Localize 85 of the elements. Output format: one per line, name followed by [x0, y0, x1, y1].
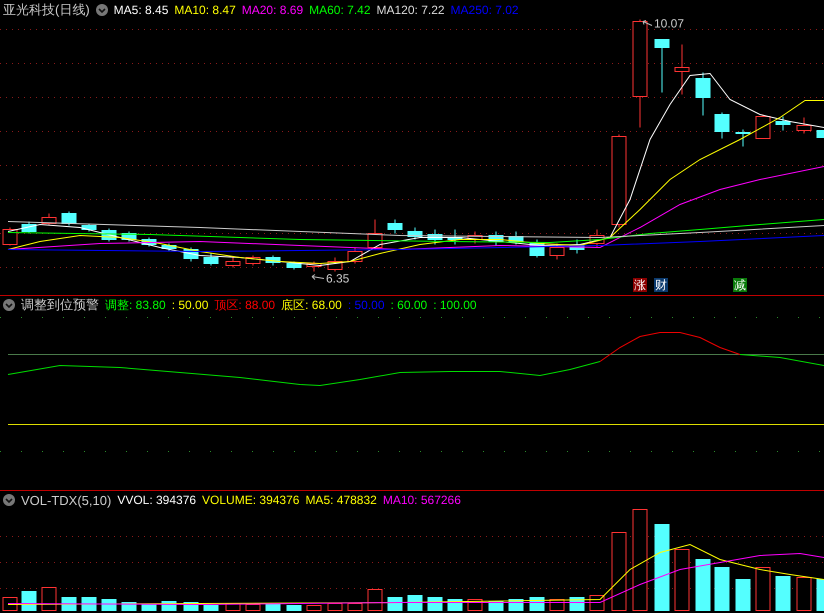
chevron-down-icon[interactable] [96, 4, 108, 16]
indicator-value: 顶区: 88.00 [214, 296, 276, 314]
candlestick [570, 239, 584, 254]
candlestick [590, 229, 604, 248]
candlestick [42, 213, 56, 226]
candlestick [142, 237, 156, 247]
arrow-icon [642, 20, 652, 26]
indicator-value: VVOL: 394376 [117, 493, 196, 507]
volume-bar [62, 597, 76, 611]
candlestick [368, 219, 382, 250]
indicator-value: : 50.00 [348, 298, 385, 312]
volume-bar [816, 579, 824, 611]
candlestick [162, 243, 176, 252]
indicator-value: : 100.00 [433, 298, 477, 312]
event-badge[interactable]: 财 [654, 278, 668, 292]
candlestick [306, 261, 322, 272]
candlestick [674, 44, 690, 95]
candlestick [328, 257, 342, 272]
indicator-value: MA10: 8.47 [174, 3, 236, 17]
volume-bar [696, 559, 710, 611]
indicator-value: MA10: 567266 [382, 493, 461, 507]
candlestick [266, 255, 280, 266]
volume-bar [102, 599, 116, 611]
candlestick [286, 261, 302, 270]
indicator-value: MA60: 7.42 [309, 3, 370, 17]
indicator-value: VOLUME: 394376 [202, 493, 300, 507]
high-price-label: 10.07 [654, 19, 684, 30]
candlestick [226, 257, 240, 268]
volume-bar [204, 605, 218, 611]
indicator-value: MA5: 8.45 [114, 3, 168, 17]
event-badge[interactable]: 涨 [633, 278, 647, 292]
candlestick [530, 239, 544, 258]
candlestick [184, 247, 198, 262]
event-badge[interactable]: 减 [733, 278, 747, 292]
candlestick [62, 211, 76, 226]
volume-bar [142, 604, 156, 611]
indicator-value: MA20: 8.69 [242, 3, 304, 17]
candlestick [428, 229, 442, 245]
candlestick [204, 253, 218, 266]
indicator-title: 调整到位预警 [21, 296, 99, 314]
candlestick [388, 219, 402, 234]
volume-bar [776, 576, 790, 611]
indicator-value: 底区: 68.00 [281, 296, 342, 314]
volume-bar [266, 604, 280, 611]
volume-bar [736, 579, 750, 611]
candlestick [348, 247, 362, 264]
indicator-value: : 60.00 [390, 298, 428, 312]
candlestick [22, 221, 36, 234]
indicator-value: : 50.00 [172, 298, 208, 312]
stock-title: 亚光科技(日线) [3, 1, 90, 19]
volume-bar [122, 602, 136, 611]
candlestick [246, 255, 260, 266]
volume-bar [286, 605, 302, 611]
candlestick [736, 129, 750, 147]
candlestick [468, 231, 482, 244]
candlestick [816, 130, 824, 138]
chevron-down-icon[interactable] [3, 299, 15, 311]
volume-bar [408, 595, 422, 611]
candlestick [488, 231, 504, 246]
indicator-value: MA250: 7.02 [450, 3, 519, 17]
candlestick [796, 117, 812, 134]
arrow-icon [312, 274, 324, 280]
candlestick [550, 243, 564, 260]
candlestick [448, 229, 462, 245]
candlestick [654, 39, 670, 93]
candlestick [408, 227, 422, 240]
candlestick [714, 112, 730, 139]
indicator-value: 调整: 83.80 [105, 296, 166, 314]
volume-bar [714, 567, 730, 611]
volume-bar [388, 597, 402, 611]
volume-bar [488, 601, 504, 611]
candlestick [508, 231, 524, 245]
indicator-value: MA5: 478832 [305, 493, 377, 507]
candlestick [776, 116, 790, 131]
volume-bar [82, 597, 96, 611]
chevron-down-icon[interactable] [3, 494, 15, 506]
low-price-label: 6.35 [326, 272, 350, 286]
candlestick [82, 223, 96, 232]
candlestick [122, 231, 136, 242]
candlestick [2, 227, 18, 246]
volume-bar [22, 591, 36, 611]
candlestick [756, 114, 770, 139]
candlestick [696, 72, 710, 116]
indicator-value: MA120: 7.22 [376, 3, 445, 17]
indicator-title: VOL-TDX(5,10) [21, 492, 112, 508]
